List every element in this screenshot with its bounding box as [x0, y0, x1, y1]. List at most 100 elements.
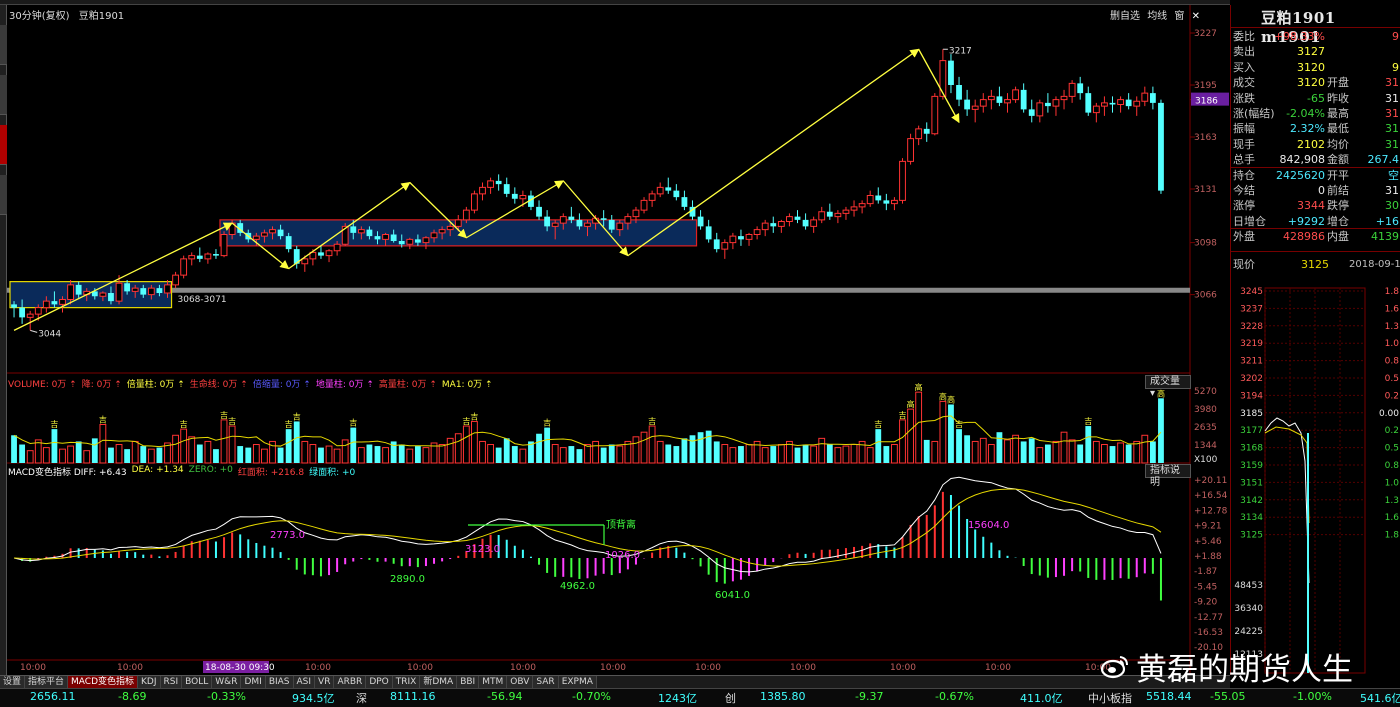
macd-legend-item: DEA: +1.34: [131, 465, 184, 475]
volume-bar-down: [956, 429, 962, 463]
candle-body-up: [269, 229, 276, 234]
time-axis-label: 10:00: [510, 663, 536, 673]
mini-price-label: 3134: [1240, 513, 1263, 523]
volume-bar-down: [495, 447, 502, 463]
volume-bar-down: [665, 444, 672, 463]
volume-dropdown[interactable]: 成交量 ▾: [1145, 375, 1191, 399]
candle-body-down: [390, 234, 397, 241]
candle-body-down: [196, 255, 203, 259]
window-button[interactable]: 窗: [1174, 11, 1184, 22]
macd-area-label: 2773.0: [270, 530, 305, 541]
volume-bar-down: [1077, 444, 1084, 463]
mini-pct-label: 1.6: [1385, 304, 1400, 314]
contract-label: 豆粕1901: [78, 11, 125, 22]
volume-tag: 高: [907, 399, 915, 409]
mini-pct-label: 0.8: [1385, 357, 1400, 367]
candle-body-down: [536, 206, 542, 217]
volume-bar-down: [689, 435, 696, 463]
candle-body-down: [713, 239, 720, 250]
volume-bar-down: [503, 438, 510, 463]
status-item: -8.69: [118, 690, 147, 703]
time-axis-label: 10:00: [695, 663, 721, 673]
mini-price-label: 3168: [1240, 444, 1263, 454]
mini-price-label: 3211: [1240, 357, 1263, 367]
intraday-mini-chart[interactable]: 3245 1.8 3237 1.6 3228 1.3 3219 1.0 3211 0.8 3202 0…: [1231, 283, 1400, 675]
mini-pct-label: 0.00: [1379, 409, 1399, 419]
candle-body-down: [956, 85, 962, 100]
mini-price-label: 3185: [1240, 409, 1263, 419]
quote-value: 3120: [1297, 60, 1325, 74]
support-line: [7, 287, 1190, 293]
candle-body-up: [616, 222, 624, 231]
volume-tag: 吉: [1084, 417, 1092, 426]
candle-body-down: [511, 193, 518, 199]
candle-body-up: [777, 221, 785, 227]
candle-body-up: [147, 287, 155, 296]
mini-pct-label: 0.2: [1385, 391, 1399, 401]
volume-tag: 吉: [462, 417, 470, 426]
remove-watchlist-button[interactable]: 删自选: [1110, 11, 1140, 22]
candle-body-up: [899, 160, 906, 201]
volume-bar-down: [681, 438, 688, 463]
volume-bar-down: [568, 446, 575, 463]
candle-body-up: [551, 222, 559, 227]
kline-chart-area[interactable]: 321730443068-3071 吉吉吉吉吉 吉吉吉 吉吉吉吉吉吉高高高 高吉 吉高 …: [0, 0, 1230, 690]
volume-axis-label: 2635: [1194, 423, 1217, 433]
volume-bar-down: [124, 449, 131, 463]
mini-pct-label: 1.0: [1385, 478, 1400, 488]
quote-value-2: 31: [1385, 122, 1399, 136]
indicator-tabs: 设置 指标平台 MACD变色指标 KDJ RSI BOLL W&R DMI BIAS ASI VR A…: [0, 675, 1230, 689]
volume-legend-item: 倍缩量: 0万 ⇡: [252, 380, 311, 390]
candle-body-down: [826, 211, 833, 217]
candle-body-down: [156, 288, 163, 293]
quote-value-2: 4139: [1371, 230, 1399, 244]
quote-label-2: 开平: [1327, 168, 1349, 182]
candle-body-up: [850, 206, 858, 211]
candle-body-down: [75, 284, 82, 295]
mini-price-label: 3151: [1240, 478, 1263, 488]
quote-value: 2.32%: [1290, 122, 1325, 136]
candle-body-up: [818, 211, 826, 221]
candle-body-up: [164, 284, 171, 294]
status-item: 深: [356, 692, 367, 705]
candle-body-up: [406, 238, 414, 245]
candle-body-up: [59, 299, 66, 305]
macd-area-label: 6041.0: [715, 590, 750, 601]
status-item: 创: [725, 692, 736, 705]
candle-body-up: [1060, 95, 1068, 101]
candle-body-up: [487, 180, 494, 188]
candle-body-up: [721, 242, 729, 250]
volume-tag: 高: [939, 391, 947, 401]
mini-pct-label: 1.6: [1385, 513, 1400, 523]
mini-volume-label: 36340: [1234, 604, 1263, 614]
macd-axis-label: +1.88: [1194, 552, 1222, 562]
volume-axis-label: X100: [1194, 455, 1218, 465]
volume-bar-down: [996, 432, 1003, 463]
status-item: 2656.11: [30, 690, 76, 703]
mini-price-line: [1264, 417, 1310, 584]
current-price-label: 3186: [1195, 97, 1218, 107]
mini-price-label: 3219: [1240, 339, 1263, 349]
volume-bar-down: [948, 404, 954, 463]
indicator-help-button[interactable]: 指标说明: [1145, 464, 1191, 488]
candle-body-up: [422, 237, 430, 244]
volume-legend: VOLUME: 0万 ⇡ 降: 0万 ⇡ 倍量柱: 0万 ⇡ 生命线: 0万 ⇡ 倍缩量…: [8, 377, 493, 390]
volume-bar-down: [875, 429, 882, 463]
mini-price-label: 3177: [1240, 426, 1263, 436]
close-icon[interactable]: ✕: [1192, 11, 1200, 22]
candle-body-up: [858, 203, 866, 208]
candle-body-up: [729, 235, 737, 244]
time-cursor-label: 18-08-30 09:30: [205, 663, 275, 673]
status-item: -56.94: [487, 690, 523, 703]
volume-bar-down: [11, 435, 17, 463]
mini-price-label: 3194: [1240, 391, 1263, 401]
quote-label-2: 昨收: [1327, 91, 1349, 105]
volume-tag: 高: [915, 382, 923, 392]
candle-body-down: [495, 180, 502, 185]
ma-button[interactable]: 均线: [1147, 11, 1167, 22]
quote-value-2: 31: [1385, 137, 1399, 151]
quote-label-2: 增仓: [1327, 214, 1349, 228]
volume-bar-down: [374, 446, 381, 463]
macd-axis-label: +16.54: [1194, 491, 1228, 501]
status-item: 8111.16: [390, 690, 436, 703]
